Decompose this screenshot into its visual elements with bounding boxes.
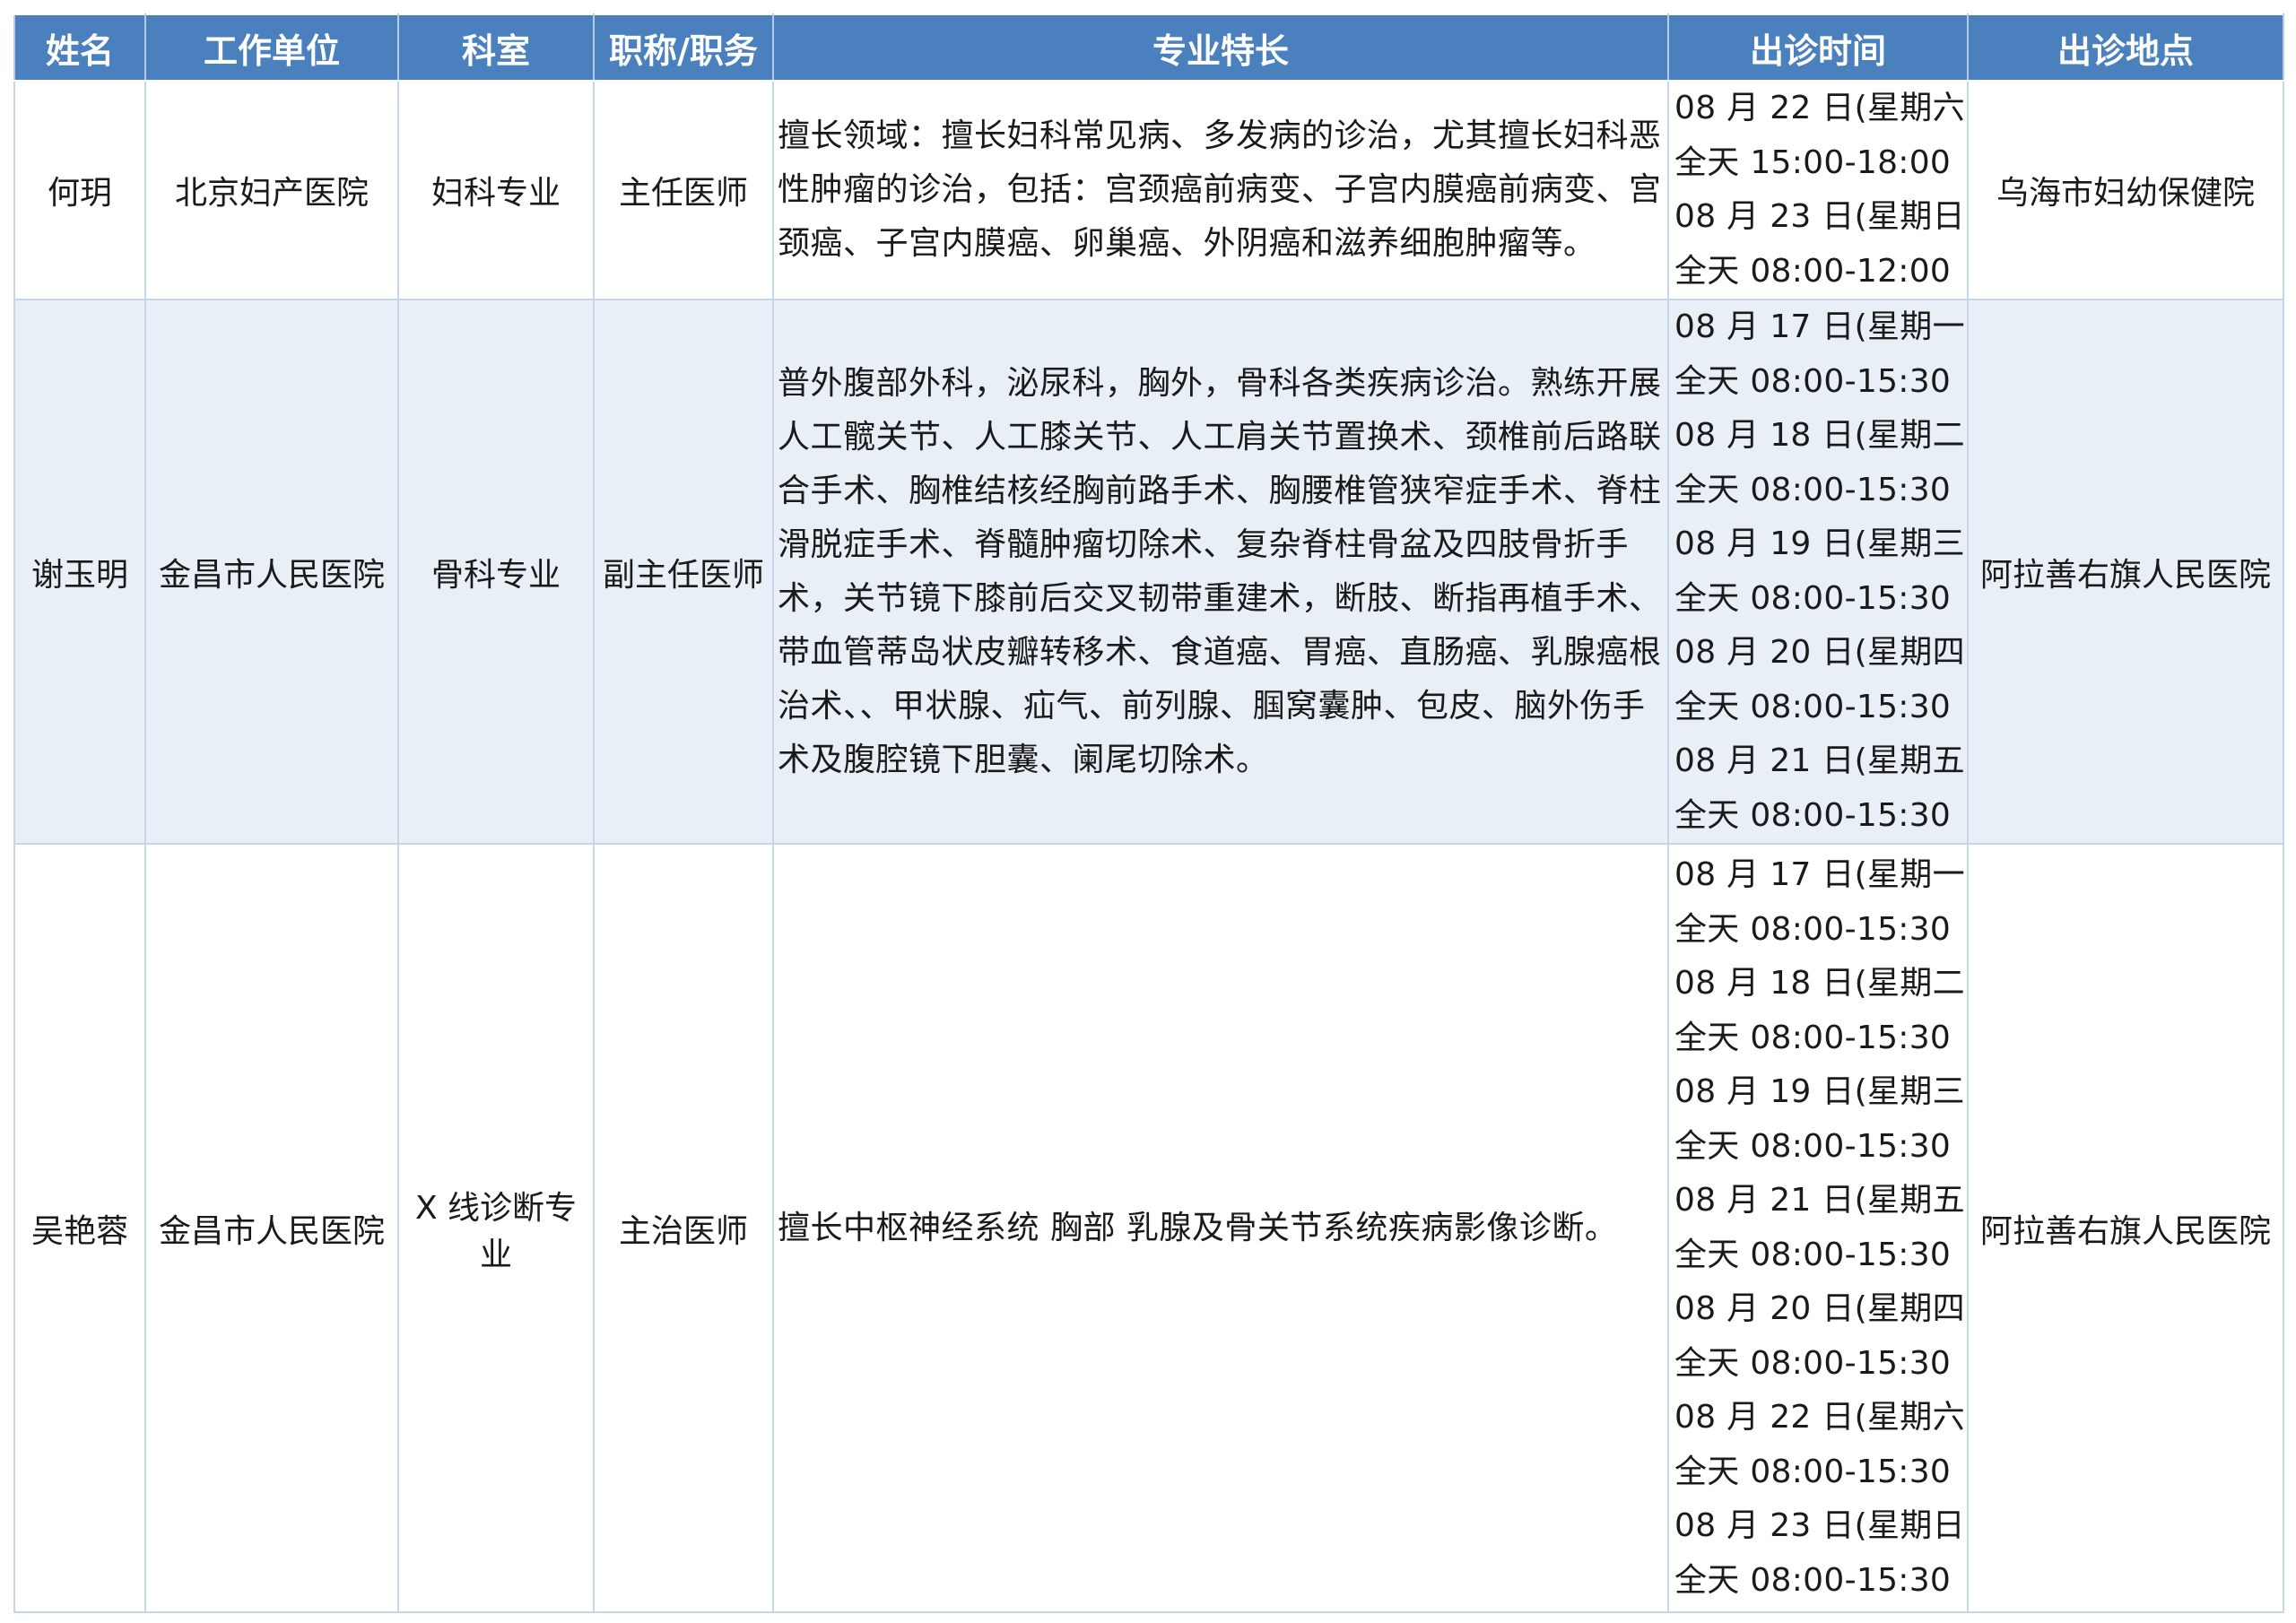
schedule-line: 08 月 21 日(星期五) (1674, 1182, 1968, 1219)
table-row: 吴艳蓉 金昌市人民医院 X 线诊断专业 主治医师 擅长中枢神经系统 胸部 乳腺及… (13, 843, 2284, 1613)
doctor-location: 阿拉善右旗人民医院 (1967, 299, 2284, 845)
schedule-line: 全天 08:00-15:30 (1674, 1019, 1952, 1056)
header-row: 姓名 工作单位 科室 职称/职务 专业特长 出诊时间 出诊地点 (13, 13, 2284, 82)
schedule-line: 08 月 19 日(星期三) (1674, 1073, 1968, 1110)
header-location: 出诊地点 (1967, 13, 2284, 82)
doctor-specialty: 擅长中枢神经系统 胸部 乳腺及骨关节系统疾病影像诊断。 (772, 843, 1669, 1613)
schedule-line: 08 月 22 日(星期六) (1674, 1399, 1968, 1436)
table-row: 谢玉明 金昌市人民医院 骨科专业 副主任医师 普外腹部外科，泌尿科，胸外，骨科各… (13, 299, 2284, 845)
doctor-name: 吴艳蓉 (13, 843, 146, 1613)
header-dept: 科室 (397, 13, 595, 82)
doctor-location: 乌海市妇幼保健院 (1967, 80, 2284, 300)
schedule-line: 全天 08:00-15:30 (1674, 471, 1952, 508)
schedule-line: 全天 08:00-15:30 (1674, 1453, 1952, 1490)
doctor-title: 主治医师 (593, 843, 774, 1613)
doctor-title: 主任医师 (593, 80, 774, 300)
header-title: 职称/职务 (593, 13, 774, 82)
doctor-schedule: 08 月 17 日(星期一) 全天 08:00-15:30 08 月 18 日(… (1667, 299, 1969, 845)
schedule-line: 全天 08:00-15:30 (1674, 1127, 1952, 1165)
doctor-dept: 骨科专业 (397, 299, 595, 845)
doctor-name: 谢玉明 (13, 299, 146, 845)
doctor-specialty: 普外腹部外科，泌尿科，胸外，骨科各类疾病诊治。熟练开展人工髋关节、人工膝关节、人… (772, 299, 1669, 845)
doctor-location: 阿拉善右旗人民医院 (1967, 843, 2284, 1613)
table-row: 何玥 北京妇产医院 妇科专业 主任医师 擅长领域：擅长妇科常见病、多发病的诊治，… (13, 80, 2284, 300)
schedule-line: 全天 08:00-15:30 (1674, 1236, 1952, 1273)
schedule-line: 全天 08:00-15:30 (1674, 1561, 1952, 1599)
doctor-unit: 北京妇产医院 (144, 80, 399, 300)
schedule-line: 全天 08:00-15:30 (1674, 362, 1952, 400)
doctor-schedule-table: 姓名 工作单位 科室 职称/职务 专业特长 出诊时间 出诊地点 何玥 北京妇产医… (13, 13, 2284, 1613)
header-schedule: 出诊时间 (1667, 13, 1969, 82)
schedule-line: 08 月 21 日(星期五) (1674, 742, 1968, 779)
schedule-line: 08 月 22 日(星期六) (1674, 90, 1968, 126)
schedule-line: 08 月 17 日(星期一) (1674, 856, 1968, 893)
header-name: 姓名 (13, 13, 146, 82)
schedule-line: 全天 08:00-15:30 (1674, 579, 1952, 617)
doctor-schedule: 08 月 22 日(星期六) 全天 15:00-18:00 08 月 23 日(… (1667, 80, 1969, 300)
doctor-specialty: 擅长领域：擅长妇科常见病、多发病的诊治，尤其擅长妇科恶性肿瘤的诊治，包括：宫颈癌… (772, 80, 1669, 300)
schedule-line: 全天 08:00-12:00 (1674, 252, 1952, 290)
schedule-line: 08 月 19 日(星期三) (1674, 525, 1968, 562)
schedule-line: 全天 08:00-15:30 (1674, 910, 1952, 948)
schedule-line: 08 月 20 日(星期四) (1674, 1290, 1968, 1327)
doctor-unit: 金昌市人民医院 (144, 843, 399, 1613)
doctor-dept: 妇科专业 (397, 80, 595, 300)
schedule-line: 08 月 17 日(星期一) (1674, 308, 1968, 345)
doctor-dept: X 线诊断专业 (397, 843, 595, 1613)
doctor-schedule: 08 月 17 日(星期一) 全天 08:00-15:30 08 月 18 日(… (1667, 843, 1969, 1613)
schedule-line: 全天 08:00-15:30 (1674, 1344, 1952, 1382)
schedule-line: 全天 15:00-18:00 (1674, 143, 1952, 181)
doctor-name: 何玥 (13, 80, 146, 300)
schedule-line: 08 月 18 日(星期二) (1674, 417, 1968, 454)
header-specialty: 专业特长 (772, 13, 1669, 82)
doctor-title: 副主任医师 (593, 299, 774, 845)
schedule-line: 全天 08:00-15:30 (1674, 796, 1952, 834)
schedule-line: 08 月 23 日(星期日) (1674, 1507, 1968, 1544)
schedule-line: 08 月 20 日(星期四) (1674, 634, 1968, 671)
doctor-unit: 金昌市人民医院 (144, 299, 399, 845)
schedule-line: 全天 08:00-15:30 (1674, 688, 1952, 725)
schedule-line: 08 月 18 日(星期二) (1674, 965, 1968, 1002)
header-unit: 工作单位 (144, 13, 399, 82)
schedule-line: 08 月 23 日(星期日) (1674, 198, 1968, 235)
doctor-schedule-table-wrap: 姓名 工作单位 科室 职称/职务 专业特长 出诊时间 出诊地点 何玥 北京妇产医… (13, 13, 2284, 1613)
